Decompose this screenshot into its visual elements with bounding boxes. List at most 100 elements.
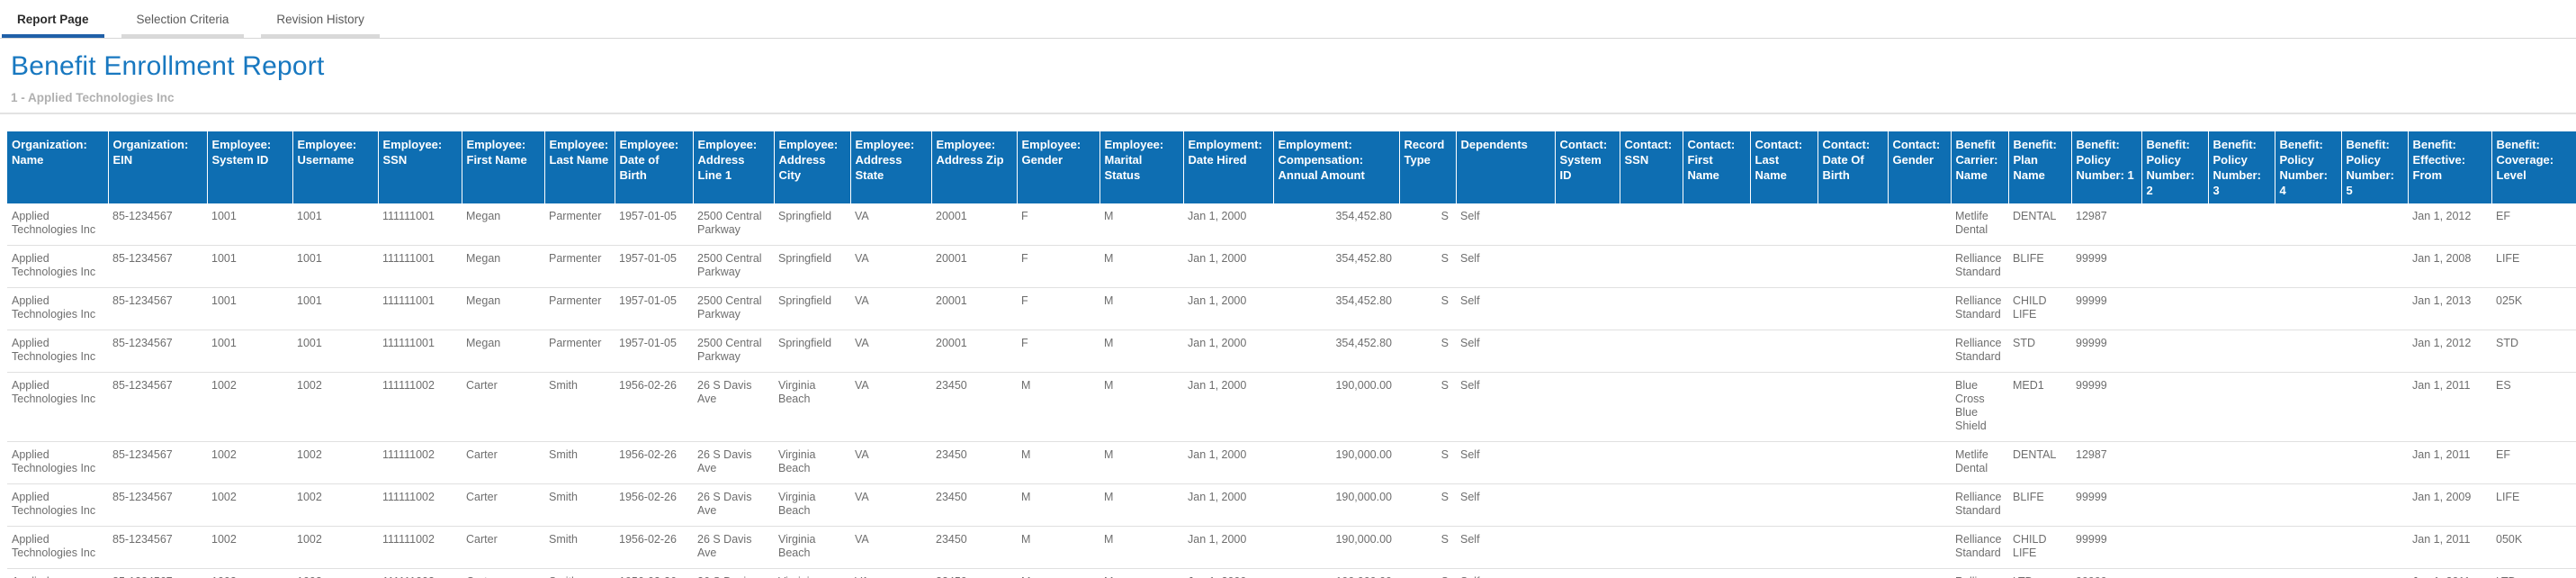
body-cell: VA xyxy=(850,330,931,373)
body-cell: Virginia Beach xyxy=(774,442,850,484)
body-cell: DENTAL xyxy=(2008,203,2071,246)
body-cell: BLIFE xyxy=(2008,246,2071,288)
body-cell xyxy=(1620,246,1683,288)
body-cell: DENTAL xyxy=(2008,442,2071,484)
body-cell xyxy=(2341,203,2408,246)
body-cell: 190,000.00 xyxy=(1273,484,1399,527)
body-cell: Carter xyxy=(462,569,544,578)
body-cell: 111111002 xyxy=(378,527,462,569)
body-cell xyxy=(1555,288,1620,330)
header-cell: Contact: Gender xyxy=(1888,131,1951,203)
body-cell: 111111001 xyxy=(378,203,462,246)
body-cell: Relliance Standard xyxy=(1951,484,2008,527)
body-cell: 1002 xyxy=(292,373,378,442)
body-cell: 111111002 xyxy=(378,569,462,578)
body-cell: VA xyxy=(850,527,931,569)
body-cell xyxy=(2208,203,2275,246)
body-cell: 12987 xyxy=(2071,203,2141,246)
body-cell: VA xyxy=(850,569,931,578)
body-cell xyxy=(2208,246,2275,288)
header-cell: Benefit: Policy Number: 5 xyxy=(2341,131,2408,203)
body-cell: 050K xyxy=(2491,527,2576,569)
body-cell xyxy=(1888,373,1951,442)
body-cell: Jan 1, 2000 xyxy=(1183,527,1273,569)
body-cell xyxy=(1620,288,1683,330)
body-cell xyxy=(2208,484,2275,527)
body-cell xyxy=(1555,246,1620,288)
body-cell: Carter xyxy=(462,442,544,484)
body-cell: 26 S Davis Ave xyxy=(693,569,774,578)
header-cell: Benefit: Plan Name xyxy=(2008,131,2071,203)
body-cell xyxy=(1888,484,1951,527)
body-cell: EF xyxy=(2491,203,2576,246)
body-cell: 2500 Central Parkway xyxy=(693,203,774,246)
table-row: Applied Technologies Inc85-1234567100110… xyxy=(7,288,2576,330)
body-cell: 26 S Davis Ave xyxy=(693,527,774,569)
body-cell: Springfield xyxy=(774,203,850,246)
body-cell: 111111002 xyxy=(378,373,462,442)
body-cell: Megan xyxy=(462,330,544,373)
body-cell: 354,452.80 xyxy=(1273,203,1399,246)
header-cell: Employee: Username xyxy=(292,131,378,203)
tab-report-page[interactable]: Report Page xyxy=(2,1,104,38)
body-cell: 354,452.80 xyxy=(1273,288,1399,330)
body-cell xyxy=(1750,527,1818,569)
body-cell: Smith xyxy=(544,373,615,442)
body-cell: 1957-01-05 xyxy=(615,203,693,246)
body-cell xyxy=(2275,569,2341,578)
header-cell: Benefit Carrier: Name xyxy=(1951,131,2008,203)
body-cell xyxy=(2341,569,2408,578)
header-cell: Employment: Compensation: Annual Amount xyxy=(1273,131,1399,203)
body-cell: Jan 1, 2000 xyxy=(1183,484,1273,527)
body-cell xyxy=(1620,484,1683,527)
body-cell: 99999 xyxy=(2071,330,2141,373)
title-block: Benefit Enrollment Report 1 - Applied Te… xyxy=(0,39,2576,104)
tab-selection-criteria[interactable]: Selection Criteria xyxy=(121,1,245,38)
header-cell: Employee: SSN xyxy=(378,131,462,203)
body-cell: S xyxy=(1399,442,1456,484)
body-cell xyxy=(1818,246,1888,288)
body-cell: F xyxy=(1017,246,1100,288)
body-cell: 354,452.80 xyxy=(1273,330,1399,373)
body-cell xyxy=(1683,569,1750,578)
body-cell: 111111001 xyxy=(378,288,462,330)
body-cell: 85-1234567 xyxy=(108,484,207,527)
body-cell: M xyxy=(1100,442,1183,484)
body-cell xyxy=(2208,330,2275,373)
body-cell xyxy=(2208,288,2275,330)
body-cell: F xyxy=(1017,288,1100,330)
body-cell: Metlife Dental xyxy=(1951,442,2008,484)
body-cell: S xyxy=(1399,246,1456,288)
header-cell: Benefit: Policy Number: 4 xyxy=(2275,131,2341,203)
body-cell xyxy=(1620,330,1683,373)
body-cell xyxy=(1683,330,1750,373)
body-cell xyxy=(1555,569,1620,578)
body-cell: 85-1234567 xyxy=(108,246,207,288)
body-cell: S xyxy=(1399,373,1456,442)
body-cell xyxy=(1683,373,1750,442)
body-cell: 1001 xyxy=(292,330,378,373)
body-cell: Self xyxy=(1456,330,1555,373)
body-cell: 111111001 xyxy=(378,246,462,288)
body-cell: 190,000.00 xyxy=(1273,569,1399,578)
body-cell: 111111002 xyxy=(378,484,462,527)
body-cell: 99999 xyxy=(2071,484,2141,527)
body-cell xyxy=(1620,442,1683,484)
header-cell: Employee: Gender xyxy=(1017,131,1100,203)
body-cell: EF xyxy=(2491,442,2576,484)
tab-revision-history[interactable]: Revision History xyxy=(261,1,380,38)
body-cell xyxy=(1555,527,1620,569)
body-cell: Blue Cross Blue Shield xyxy=(1951,373,2008,442)
body-cell: M xyxy=(1100,527,1183,569)
body-cell: 20001 xyxy=(931,203,1017,246)
table-row: Applied Technologies Inc85-1234567100210… xyxy=(7,484,2576,527)
body-cell xyxy=(2208,442,2275,484)
body-cell: LTD xyxy=(2008,569,2071,578)
body-cell: 26 S Davis Ave xyxy=(693,484,774,527)
body-cell: MED1 xyxy=(2008,373,2071,442)
body-cell: VA xyxy=(850,246,931,288)
body-cell: Self xyxy=(1456,442,1555,484)
body-cell: Applied Technologies Inc xyxy=(7,373,108,442)
body-cell: Jan 1, 2011 xyxy=(2408,527,2491,569)
body-cell: 025K xyxy=(2491,288,2576,330)
